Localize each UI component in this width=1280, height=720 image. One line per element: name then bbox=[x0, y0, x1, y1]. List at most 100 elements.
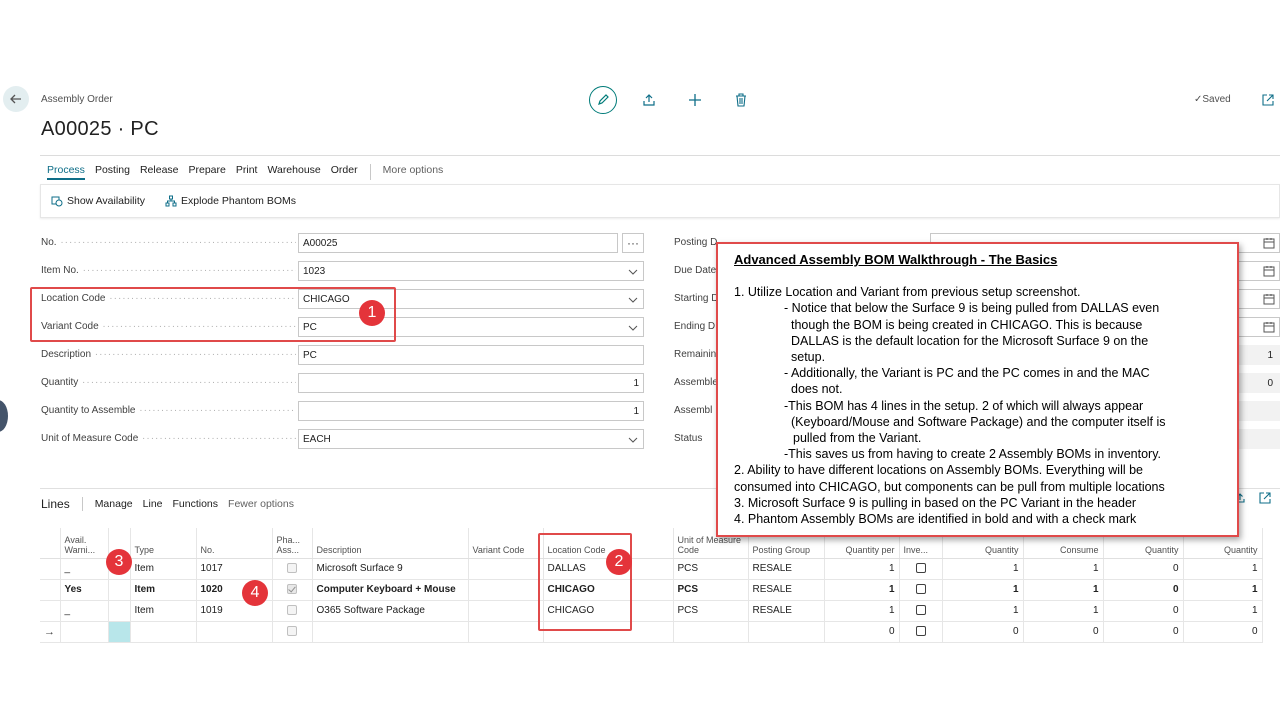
item-no-field[interactable]: 1023 bbox=[298, 261, 644, 281]
cell-quantity[interactable]: 1 bbox=[942, 600, 1024, 622]
cell-quantity2[interactable]: 0 bbox=[1103, 579, 1184, 601]
table-row-new[interactable]: → 0 0 0 0 0 bbox=[40, 621, 1263, 643]
cell-quantity3[interactable]: 0 bbox=[1183, 621, 1263, 643]
cell-no[interactable] bbox=[196, 621, 273, 643]
no-lookup-button[interactable]: ··· bbox=[622, 233, 644, 253]
lines-manage[interactable]: Manage bbox=[95, 498, 133, 510]
lines-title[interactable]: Lines bbox=[41, 497, 70, 511]
cell-group[interactable] bbox=[748, 621, 825, 643]
col-variant[interactable]: Variant Code bbox=[468, 528, 544, 559]
cell-quantity3[interactable]: 1 bbox=[1183, 600, 1263, 622]
calendar-icon[interactable] bbox=[1263, 237, 1275, 249]
lines-line[interactable]: Line bbox=[143, 498, 163, 510]
cell-type[interactable]: Item bbox=[130, 579, 197, 601]
callout-line: - Additionally, the Variant is PC and th… bbox=[784, 366, 1150, 381]
cell-quantity3[interactable]: 1 bbox=[1183, 558, 1263, 580]
cell-consume[interactable]: 0 bbox=[1023, 621, 1104, 643]
lines-expand-button[interactable] bbox=[1257, 490, 1273, 506]
cell-type[interactable]: Item bbox=[130, 600, 197, 622]
description-field[interactable]: PC bbox=[298, 345, 644, 365]
cell-consume[interactable]: 1 bbox=[1023, 600, 1104, 622]
col-no[interactable]: No. bbox=[196, 528, 273, 559]
qty-assemble-field[interactable]: 1 bbox=[298, 401, 644, 421]
table-row[interactable]: _ Item 1019 O365 Software Package CHICAG… bbox=[40, 600, 1263, 622]
col-avail[interactable]: Avail. Warni... bbox=[60, 528, 109, 559]
cell-group[interactable]: RESALE bbox=[748, 600, 825, 622]
cell-no[interactable]: 1017 bbox=[196, 558, 273, 580]
cell-qty-per[interactable]: 1 bbox=[824, 558, 900, 580]
cell-uom[interactable]: PCS bbox=[673, 579, 749, 601]
cell-type[interactable]: Item bbox=[130, 558, 197, 580]
no-field[interactable]: A00025 bbox=[298, 233, 618, 253]
cell-uom[interactable]: PCS bbox=[673, 558, 749, 580]
cell-description[interactable] bbox=[312, 621, 469, 643]
calendar-icon[interactable] bbox=[1263, 265, 1275, 277]
cell-qty-per[interactable]: 1 bbox=[824, 579, 900, 601]
action-prepare[interactable]: Prepare bbox=[189, 164, 226, 180]
cell-inventory bbox=[899, 558, 943, 580]
quantity-field[interactable]: 1 bbox=[298, 373, 644, 393]
callout-line: consumed into CHICAGO, but components ca… bbox=[734, 479, 1165, 494]
inventory-checkbox[interactable] bbox=[915, 605, 926, 616]
edit-button[interactable] bbox=[589, 86, 617, 114]
calendar-icon[interactable] bbox=[1263, 321, 1275, 333]
cell-type[interactable] bbox=[130, 621, 197, 643]
action-bar: Process Posting Release Prepare Print Wa… bbox=[47, 164, 453, 180]
cell-quantity3[interactable]: 1 bbox=[1183, 579, 1263, 601]
cell-qty-per[interactable]: 0 bbox=[824, 621, 900, 643]
popout-button[interactable] bbox=[1254, 86, 1280, 114]
cell-group[interactable]: RESALE bbox=[748, 558, 825, 580]
cell-description[interactable]: Computer Keyboard + Mouse bbox=[312, 579, 469, 601]
qty-assemble-label: Quantity to Assemble bbox=[41, 405, 296, 416]
lines-functions[interactable]: Functions bbox=[173, 498, 219, 510]
cell-blank-selected[interactable] bbox=[108, 621, 131, 643]
inventory-checkbox[interactable] bbox=[915, 584, 926, 595]
cell-group[interactable]: RESALE bbox=[748, 579, 825, 601]
action-print[interactable]: Print bbox=[236, 164, 258, 180]
cell-uom[interactable]: PCS bbox=[673, 600, 749, 622]
cell-quantity2[interactable]: 0 bbox=[1103, 621, 1184, 643]
cell-variant[interactable] bbox=[468, 621, 544, 643]
action-order[interactable]: Order bbox=[331, 164, 358, 180]
col-type[interactable]: Type bbox=[130, 528, 197, 559]
callout-line: (Keyboard/Mouse and Software Package) an… bbox=[791, 414, 1166, 429]
uom-value: EACH bbox=[303, 434, 331, 445]
col-phantom[interactable]: Pha... Ass... bbox=[272, 528, 313, 559]
col-description[interactable]: Description bbox=[312, 528, 469, 559]
cell-description[interactable]: Microsoft Surface 9 bbox=[312, 558, 469, 580]
action-release[interactable]: Release bbox=[140, 164, 179, 180]
show-availability-button[interactable]: Show Availability bbox=[51, 195, 145, 207]
cell-consume[interactable]: 1 bbox=[1023, 558, 1104, 580]
inventory-checkbox[interactable] bbox=[915, 626, 926, 637]
cell-quantity[interactable]: 1 bbox=[942, 579, 1024, 601]
share-button[interactable] bbox=[635, 86, 663, 114]
lines-fewer-options[interactable]: Fewer options bbox=[228, 498, 294, 510]
cell-variant[interactable] bbox=[468, 558, 544, 580]
delete-button[interactable] bbox=[727, 86, 755, 114]
cell-qty-per[interactable]: 1 bbox=[824, 600, 900, 622]
cell-uom[interactable] bbox=[673, 621, 749, 643]
cell-quantity2[interactable]: 0 bbox=[1103, 558, 1184, 580]
cell-quantity[interactable]: 1 bbox=[942, 558, 1024, 580]
explode-phantom-button[interactable]: Explode Phantom BOMs bbox=[165, 195, 296, 207]
table-row[interactable]: _ Item 1017 Microsoft Surface 9 DALLAS P… bbox=[40, 558, 1263, 580]
cell-description[interactable]: O365 Software Package bbox=[312, 600, 469, 622]
table-row[interactable]: Yes Item 1020 Computer Keyboard + Mouse … bbox=[40, 579, 1263, 601]
cell-variant[interactable] bbox=[468, 579, 544, 601]
back-button[interactable] bbox=[3, 86, 29, 112]
cell-avail bbox=[60, 621, 109, 643]
new-button[interactable] bbox=[681, 86, 709, 114]
cell-consume[interactable]: 1 bbox=[1023, 579, 1104, 601]
more-options[interactable]: More options bbox=[383, 164, 444, 180]
calendar-icon[interactable] bbox=[1263, 293, 1275, 305]
action-warehouse[interactable]: Warehouse bbox=[267, 164, 320, 180]
cell-quantity[interactable]: 0 bbox=[942, 621, 1024, 643]
cell-quantity2[interactable]: 0 bbox=[1103, 600, 1184, 622]
action-process[interactable]: Process bbox=[47, 164, 85, 180]
posting-date-label: Posting D bbox=[674, 237, 718, 248]
uom-field[interactable]: EACH bbox=[298, 429, 644, 449]
breadcrumb: Assembly Order bbox=[41, 94, 113, 105]
action-posting[interactable]: Posting bbox=[95, 164, 130, 180]
inventory-checkbox[interactable] bbox=[915, 563, 926, 574]
cell-variant[interactable] bbox=[468, 600, 544, 622]
